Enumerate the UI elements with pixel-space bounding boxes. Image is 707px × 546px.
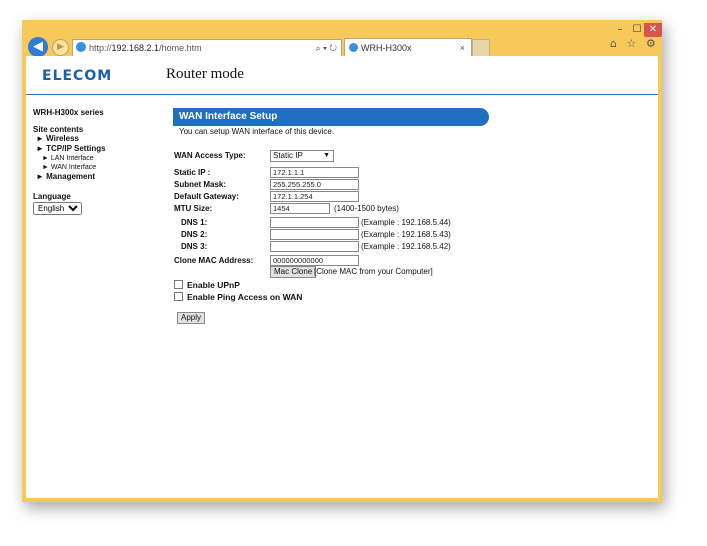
- dns3-input[interactable]: [270, 241, 359, 252]
- browser-tab[interactable]: WRH-H300x ×: [344, 38, 472, 57]
- mtu-size-label: MTU Size:: [174, 204, 213, 213]
- default-gateway-input[interactable]: 172.1.1.254: [270, 191, 359, 202]
- dns1-example: (Example : 192.168.5.44): [361, 218, 451, 227]
- language-select[interactable]: English: [33, 202, 82, 215]
- page-title: Router mode: [166, 66, 244, 82]
- address-controls[interactable]: ⌕ ▾ ↻: [316, 40, 337, 56]
- wan-setup-description: You can setup WAN interface of this devi…: [179, 127, 335, 136]
- forward-button[interactable]: ▶: [52, 39, 69, 56]
- new-tab-button[interactable]: [472, 39, 490, 57]
- subnet-mask-label: Subnet Mask:: [174, 180, 227, 189]
- close-window-button[interactable]: ✕: [644, 23, 662, 37]
- wan-setup-title: WAN Interface Setup: [173, 108, 489, 126]
- clone-mac-input[interactable]: 000000000000: [270, 255, 359, 266]
- nav-lan-interface[interactable]: ► LAN Interface: [42, 154, 153, 163]
- clone-mac-label: Clone MAC Address:: [174, 256, 254, 265]
- site-contents-heading: Site contents: [33, 125, 84, 134]
- mtu-size-input[interactable]: 1454: [270, 203, 330, 214]
- sidebar: WRH-H300x series Site contents ► Wireles…: [33, 108, 153, 215]
- url-prefix: http://: [89, 43, 112, 53]
- dns1-label: DNS 1:: [181, 218, 208, 227]
- dns2-label: DNS 2:: [181, 230, 208, 239]
- nav-wan-interface[interactable]: ► WAN Interface: [42, 163, 153, 172]
- nav-tcpip-settings[interactable]: ► TCP/IP Settings: [36, 144, 153, 154]
- browser-window: – ☐ ✕ ◀ ▶ http://192.168.2.1/home.htm ⌕ …: [22, 20, 662, 502]
- elecom-logo: ELECOM: [42, 68, 113, 84]
- tab-title: WRH-H300x: [361, 43, 412, 53]
- series-title: WRH-H300x series: [33, 108, 104, 117]
- back-button[interactable]: ◀: [28, 37, 48, 57]
- default-gateway-label: Default Gateway:: [174, 192, 239, 201]
- dns2-input[interactable]: [270, 229, 359, 240]
- ie-icon: [76, 42, 86, 52]
- nav-management[interactable]: ► Management: [36, 172, 153, 182]
- wan-access-type-select[interactable]: Static IP ▼: [270, 150, 334, 162]
- url-host: 192.168.2.1: [111, 43, 160, 53]
- dns3-example: (Example : 192.168.5.42): [361, 242, 451, 251]
- maximize-button[interactable]: ☐: [629, 23, 645, 37]
- tab-close-icon[interactable]: ×: [460, 39, 465, 57]
- mtu-note: (1400-1500 bytes): [334, 204, 399, 213]
- enable-upnp-checkbox[interactable]: [174, 280, 183, 289]
- mac-clone-button[interactable]: Mac Clone: [270, 266, 317, 278]
- toolbar-icons[interactable]: ⌂ ☆ ⚙: [610, 37, 659, 50]
- page-content: ELECOM Router mode WRH-H300x series Site…: [26, 56, 658, 498]
- address-bar[interactable]: http://192.168.2.1/home.htm ⌕ ▾ ↻: [72, 39, 342, 57]
- nav-wireless[interactable]: ► Wireless: [36, 134, 153, 144]
- enable-upnp-label: Enable UPnP: [187, 280, 240, 290]
- dns1-input[interactable]: [270, 217, 359, 228]
- mac-clone-note: [Clone MAC from your Computer]: [314, 267, 433, 276]
- subnet-mask-input[interactable]: 255.255.255.0: [270, 179, 359, 190]
- language-label: Language: [33, 192, 71, 201]
- dns3-label: DNS 3:: [181, 242, 208, 251]
- page-header: ELECOM Router mode: [26, 56, 658, 95]
- enable-ping-checkbox[interactable]: [174, 292, 183, 301]
- enable-ping-label: Enable Ping Access on WAN: [187, 292, 303, 302]
- wan-access-type-label: WAN Access Type:: [174, 151, 246, 160]
- url-path: /home.htm: [159, 43, 202, 53]
- tab-ie-icon: [349, 43, 358, 52]
- static-ip-input[interactable]: 172.1.1.1: [270, 167, 359, 178]
- static-ip-label: Static IP :: [174, 168, 211, 177]
- minimize-button[interactable]: –: [612, 23, 628, 37]
- chevron-down-icon: ▼: [323, 152, 330, 159]
- apply-button[interactable]: Apply: [177, 312, 206, 324]
- dns2-example: (Example : 192.168.5.43): [361, 230, 451, 239]
